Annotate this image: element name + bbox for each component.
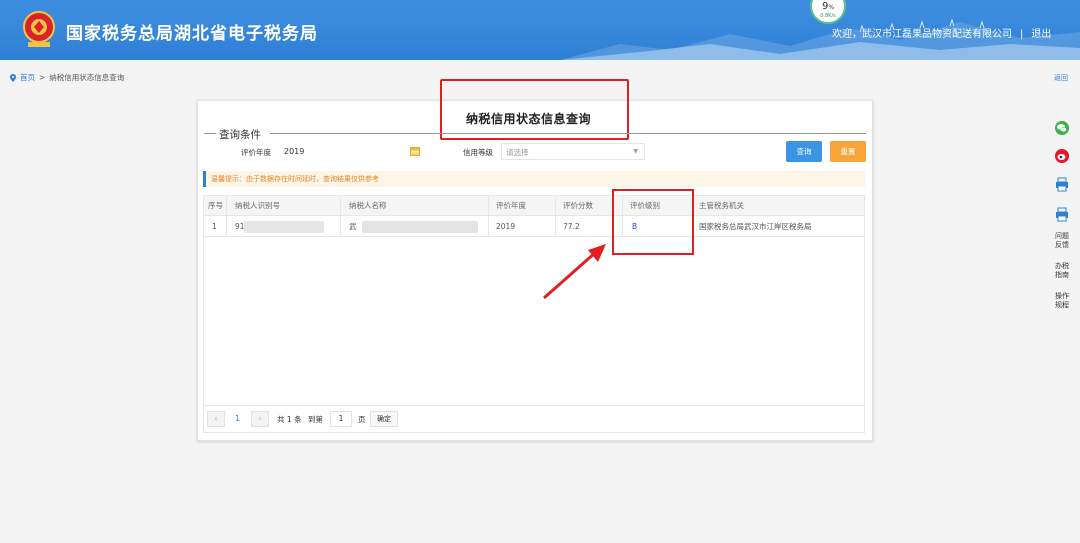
top-header: 国家税务总局湖北省电子税务局 9% 0.8K/s 欢迎，武汉市江磊果品物资配送有… bbox=[0, 0, 1080, 60]
wechat-icon[interactable] bbox=[1054, 120, 1070, 136]
credit-level-label: 信用等级 bbox=[463, 148, 493, 157]
weibo-icon[interactable] bbox=[1054, 148, 1070, 164]
credit-level-placeholder: 请选择 bbox=[506, 148, 529, 157]
redacted-tax-id bbox=[244, 221, 324, 233]
credit-level-select[interactable]: 请选择 ▼ bbox=[501, 143, 645, 160]
prev-page-button[interactable]: ‹ bbox=[207, 411, 225, 427]
col-header-year: 评价年度 bbox=[496, 201, 526, 210]
location-pin-icon bbox=[10, 73, 16, 82]
cell-name: 武 bbox=[349, 222, 357, 231]
next-page-button[interactable]: › bbox=[251, 411, 269, 427]
notice-hint: 温馨提示：由于数据存在时间延时，查询结果仅供参考 bbox=[203, 171, 865, 187]
printer-icon[interactable] bbox=[1054, 206, 1070, 222]
tax-emblem-logo bbox=[23, 11, 55, 47]
breadcrumb: 首页 > 纳税信用状态信息查询 bbox=[10, 72, 124, 83]
logout-link[interactable]: 退出 bbox=[1031, 29, 1051, 40]
cell-authority: 国家税务总局武汉市江岸区税务局 bbox=[699, 222, 812, 231]
printer-icon[interactable] bbox=[1054, 176, 1070, 192]
return-link[interactable]: 返回 bbox=[1054, 73, 1068, 83]
annotation-box-title bbox=[440, 79, 629, 140]
breadcrumb-home-link[interactable]: 首页 bbox=[20, 72, 35, 83]
annotation-box-grade bbox=[612, 189, 694, 255]
progress-percent: 9% bbox=[821, 1, 835, 12]
fieldset-border-right bbox=[270, 133, 866, 134]
breadcrumb-arrow: > bbox=[39, 73, 46, 82]
redacted-name bbox=[362, 221, 478, 233]
reset-button[interactable]: 重置 bbox=[830, 141, 866, 162]
calendar-icon[interactable] bbox=[410, 146, 420, 156]
col-header-score: 评价分数 bbox=[563, 201, 593, 210]
goto-label: 到第 bbox=[308, 415, 323, 424]
current-page-number[interactable]: 1 bbox=[235, 414, 240, 423]
side-link-feedback[interactable]: 问题反馈 bbox=[1055, 232, 1075, 250]
col-header-tax-id: 纳税人识别号 bbox=[235, 201, 280, 210]
query-button[interactable]: 查询 bbox=[786, 141, 822, 162]
site-title: 国家税务总局湖北省电子税务局 bbox=[66, 24, 318, 44]
table-row[interactable]: 1 914 武 2019 77.2 B 国家税务总局武汉市江岸区税务局 bbox=[204, 217, 864, 237]
chevron-down-icon: ▼ bbox=[633, 148, 638, 155]
cell-score: 77.2 bbox=[563, 222, 580, 231]
table-header: 序号 纳税人识别号 纳税人名称 评价年度 评价分数 评价级别 主管税务机关 bbox=[204, 196, 864, 216]
query-conditions-legend: 查询条件 bbox=[219, 129, 261, 141]
pagination: ‹ 1 › 共 1 条 到第 1 页 确定 bbox=[203, 406, 865, 433]
goto-page-input[interactable]: 1 bbox=[330, 411, 352, 427]
fieldset-border-left bbox=[204, 133, 216, 134]
breadcrumb-current: 纳税信用状态信息查询 bbox=[49, 73, 125, 82]
col-header-index: 序号 bbox=[208, 201, 223, 210]
annotation-arrow-icon bbox=[543, 244, 606, 300]
welcome-text: 欢迎， bbox=[832, 29, 862, 40]
side-link-rules[interactable]: 操作规程 bbox=[1055, 292, 1075, 310]
year-label: 评价年度 bbox=[241, 148, 271, 157]
header-separator: | bbox=[1020, 29, 1024, 40]
goto-confirm-button[interactable]: 确定 bbox=[370, 411, 398, 427]
results-table: 序号 纳税人识别号 纳税人名称 评价年度 评价分数 评价级别 主管税务机关 1 … bbox=[203, 195, 865, 406]
total-count-text: 共 1 条 bbox=[277, 415, 302, 424]
col-header-name: 纳税人名称 bbox=[349, 201, 387, 210]
side-link-guide[interactable]: 办税指南 bbox=[1055, 262, 1075, 280]
welcome-bar: 欢迎，武汉市江磊果品物资配送有限公司 | 退出 bbox=[832, 25, 1051, 40]
page-unit-label: 页 bbox=[358, 415, 366, 424]
company-name[interactable]: 武汉市江磊果品物资配送有限公司 bbox=[862, 29, 1012, 40]
cell-year: 2019 bbox=[496, 222, 516, 231]
cell-index: 1 bbox=[212, 222, 217, 231]
year-input[interactable] bbox=[280, 143, 422, 159]
col-header-authority: 主管税务机关 bbox=[699, 201, 744, 210]
progress-speed: 0.8K/s bbox=[820, 13, 836, 19]
